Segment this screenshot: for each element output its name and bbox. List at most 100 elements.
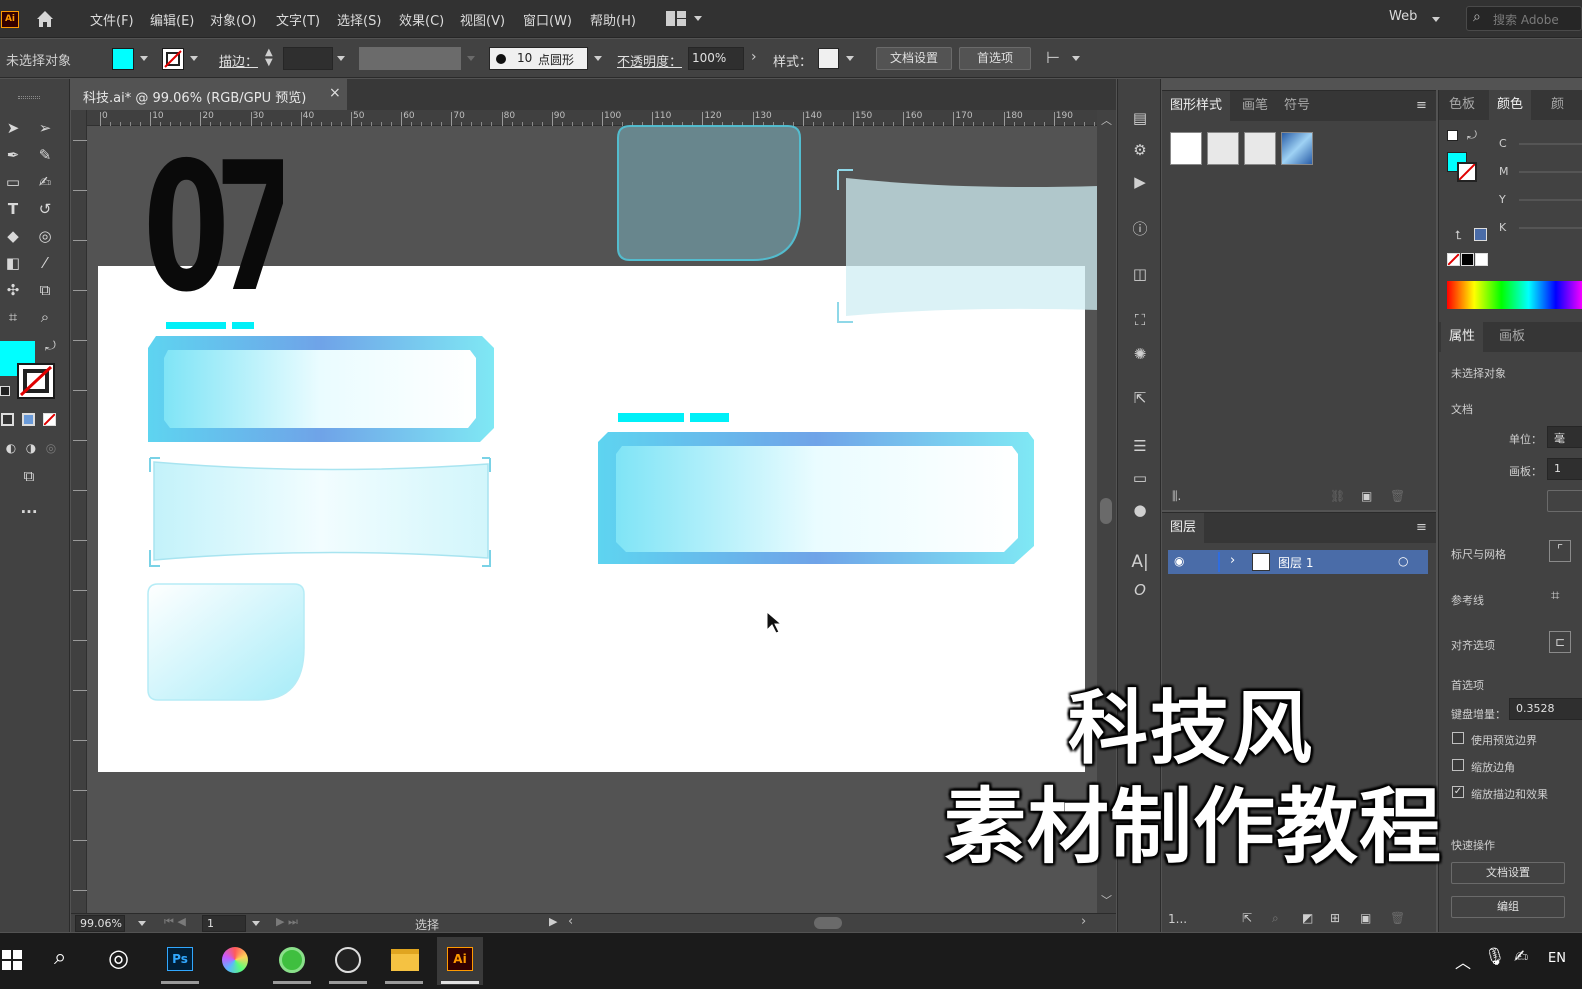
scroll-right-icon[interactable]: ›	[1081, 914, 1086, 929]
pen-input-icon[interactable]: ✍	[1514, 947, 1528, 967]
rectangle-tool-icon[interactable]: ▭	[2, 171, 24, 193]
links-icon[interactable]: ⛶	[1129, 309, 1151, 331]
document-setup-button[interactable]: 文档设置	[1451, 862, 1565, 884]
default-fill-stroke-icon[interactable]	[1447, 130, 1458, 141]
scale-strokes-checkbox[interactable]: ✓	[1452, 786, 1464, 798]
color-stroke-indicator[interactable]	[1457, 162, 1477, 182]
character-icon[interactable]: A|	[1129, 551, 1151, 573]
arrange-icon[interactable]: ⊢	[1046, 48, 1060, 67]
new-style-icon[interactable]: ▣	[1361, 489, 1372, 503]
preview-bounds-checkbox[interactable]	[1452, 732, 1464, 744]
menu-effect[interactable]: 效果(C)	[399, 10, 444, 29]
chevron-down-icon[interactable]	[252, 921, 260, 926]
gradient-tool-icon[interactable]: ◧	[2, 252, 24, 274]
taskbar-app-color-picker[interactable]	[212, 937, 258, 985]
out-of-gamut-icon[interactable]: ⮤	[1455, 228, 1462, 243]
first-artboard-icon[interactable]: ⏮ ◀	[164, 915, 186, 929]
brush-definition[interactable]: 10 点圆形	[489, 47, 588, 70]
eyedropper-tool-icon[interactable]: ⁄	[34, 252, 56, 274]
windows-start-icon[interactable]	[2, 950, 22, 970]
eye-icon[interactable]: ◉	[1174, 554, 1184, 568]
fill-swatch[interactable]	[112, 48, 134, 70]
stroke-label[interactable]: 描边：	[219, 51, 258, 70]
scroll-thumb[interactable]	[1100, 498, 1112, 524]
zoom-input[interactable]: 99.06%	[75, 915, 125, 932]
default-colors-icon[interactable]	[0, 386, 10, 396]
scroll-up-icon[interactable]: ︿	[1101, 112, 1112, 128]
channel-slider-m[interactable]	[1519, 171, 1582, 173]
align-options-icon[interactable]: ⊏	[1549, 631, 1571, 653]
none-swatch[interactable]	[1447, 253, 1460, 266]
last-artboard-icon[interactable]: ▶ ⏭	[276, 915, 298, 929]
tab-layers[interactable]: 图层	[1162, 513, 1205, 543]
artboard-tool-icon[interactable]: ⌗	[2, 306, 24, 328]
menu-type[interactable]: 文字(T)	[276, 10, 320, 29]
chevron-down-icon[interactable]	[140, 56, 148, 61]
search-icon[interactable]: ⌕	[54, 945, 66, 970]
export-asset-icon[interactable]: ⇱	[1242, 911, 1252, 925]
scroll-down-icon[interactable]: ﹀	[1101, 892, 1112, 908]
microphone-icon[interactable]: 🎙	[1484, 947, 1506, 967]
paintbrush-tool-icon[interactable]: ✍	[34, 171, 56, 193]
menu-view[interactable]: 视图(V)	[460, 10, 505, 29]
panel-menu-icon[interactable]: ≡	[1416, 98, 1427, 113]
tab-brushes[interactable]: 画笔	[1234, 91, 1276, 121]
chevron-down-icon[interactable]	[337, 56, 345, 61]
menu-object[interactable]: 对象(O)	[210, 10, 256, 29]
locate-object-icon[interactable]: ⌕	[1272, 911, 1279, 926]
color-spectrum[interactable]	[1447, 281, 1582, 309]
target-icon[interactable]: ○	[1398, 554, 1408, 568]
draw-inside-icon[interactable]: ◎	[40, 437, 62, 459]
transform-icon[interactable]: ◫	[1129, 263, 1151, 285]
scale-corners-checkbox[interactable]	[1452, 759, 1464, 771]
variable-width-profile[interactable]	[359, 47, 461, 70]
menu-window[interactable]: 窗口(W)	[523, 10, 572, 29]
info-icon[interactable]: ⓘ	[1129, 218, 1151, 240]
trash-icon[interactable]: 🗑	[1390, 911, 1405, 925]
draw-behind-icon[interactable]: ◑	[20, 437, 42, 459]
black-swatch[interactable]	[1461, 253, 1474, 266]
menu-file[interactable]: 文件(F)	[90, 10, 134, 29]
lasso-tool-icon[interactable]: ◎	[34, 225, 56, 247]
tab-color[interactable]: 颜色	[1489, 90, 1532, 120]
graphic-style-swatch[interactable]	[1244, 132, 1276, 165]
gradient-mode-icon[interactable]	[22, 413, 35, 426]
swap-colors-icon[interactable]: ⤾	[45, 339, 56, 354]
shape-builder-tool-icon[interactable]: ⧉	[34, 279, 56, 301]
tab-color-guide[interactable]: 颜	[1543, 90, 1572, 120]
taskbar-app-browser[interactable]	[269, 937, 315, 985]
libraries-icon[interactable]: ▤	[1129, 107, 1151, 129]
menu-edit[interactable]: 编辑(E)	[150, 10, 194, 29]
transparency-icon[interactable]: ●	[1129, 499, 1151, 521]
more-tools-icon[interactable]: ···	[18, 501, 40, 523]
stroke-swatch[interactable]	[162, 48, 184, 70]
status-menu-icon[interactable]: ▶	[549, 915, 557, 928]
rotate-tool-icon[interactable]: ↺	[34, 198, 56, 220]
language-indicator[interactable]: EN	[1548, 951, 1566, 966]
opentype-icon[interactable]: O	[1129, 579, 1151, 601]
style-libraries-icon[interactable]: ⫼.	[1172, 489, 1181, 504]
scroll-left-icon[interactable]: ‹	[568, 914, 573, 929]
type-tool-icon[interactable]: T	[2, 198, 24, 220]
graphic-style-swatch[interactable]	[1170, 132, 1202, 165]
stroke-weight-input[interactable]	[283, 47, 333, 70]
tab-swatches[interactable]: 色板	[1441, 90, 1483, 120]
menu-select[interactable]: 选择(S)	[337, 10, 381, 29]
tab-artboards[interactable]: 画板	[1491, 322, 1533, 352]
cortana-icon[interactable]: ◎	[108, 944, 129, 972]
tray-expand-icon[interactable]: ︿	[1455, 949, 1471, 973]
chevron-down-icon[interactable]	[594, 56, 602, 61]
draw-normal-icon[interactable]: ◐	[0, 437, 22, 459]
trash-icon[interactable]: 🗑	[1390, 489, 1405, 503]
break-link-icon[interactable]: ⛓	[1330, 489, 1345, 503]
stroke-stepper[interactable]: ▲ ▼	[265, 48, 273, 68]
ruler-toggle-icon[interactable]: ⌜	[1549, 540, 1571, 562]
properties-gear-icon[interactable]: ⚙	[1129, 139, 1151, 161]
panel-grip[interactable]	[18, 96, 40, 99]
white-swatch[interactable]	[1475, 253, 1488, 266]
group-button[interactable]: 编组	[1451, 896, 1565, 918]
unit-select[interactable]: 毫	[1547, 426, 1582, 448]
tab-symbols[interactable]: 符号	[1276, 91, 1318, 121]
channel-slider-k[interactable]	[1519, 227, 1582, 229]
gradient-panel-icon[interactable]: ▭	[1129, 467, 1151, 489]
